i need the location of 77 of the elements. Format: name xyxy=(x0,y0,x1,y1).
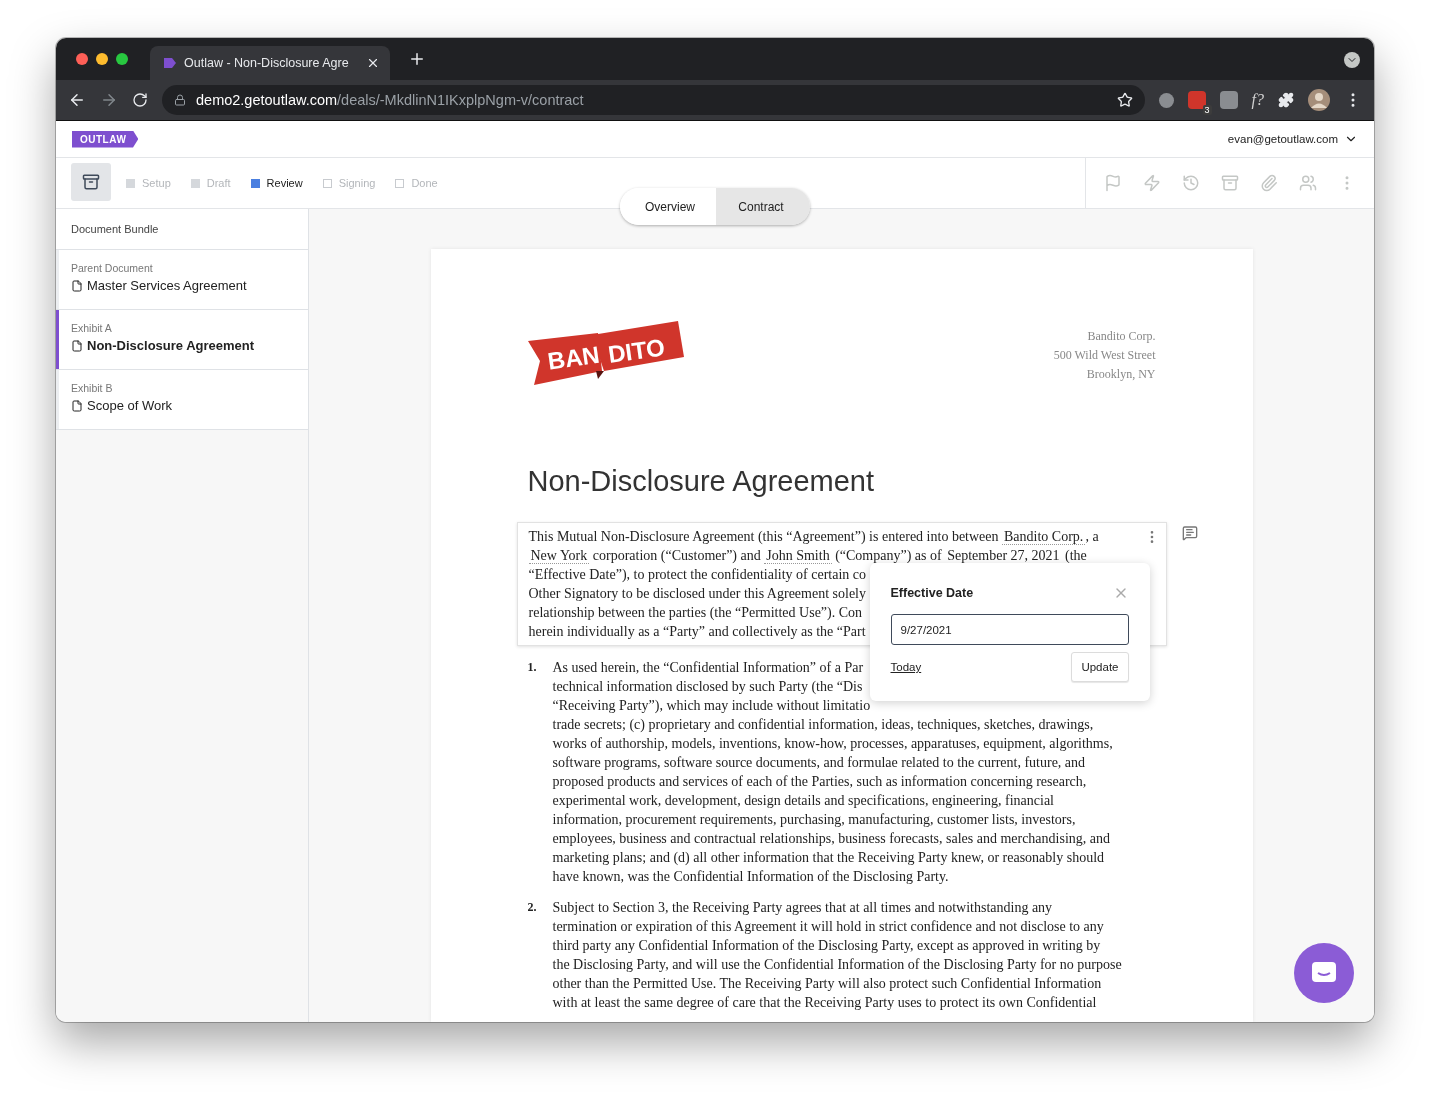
avatar-icon[interactable] xyxy=(1308,89,1330,111)
extension-icon[interactable] xyxy=(1158,92,1174,108)
view-tab[interactable]: Contract xyxy=(716,188,810,225)
document-caption: Exhibit B xyxy=(71,382,114,394)
paperclip-icon[interactable] xyxy=(1260,174,1278,192)
text-line: other than the Permitted Use. The Receiving Party will also protect such Confidential Information xyxy=(552,975,1102,993)
extension-icon[interactable]: f? xyxy=(1251,91,1264,109)
document-title: Non-Disclosure Agreement xyxy=(87,338,255,353)
clause-number: 1. xyxy=(527,659,538,676)
text-line: This Mutual Non-Disclosure Agreement (this “Agreement”) is entered into between Bandito Corp., a xyxy=(528,528,1099,546)
document-title: Non-Disclosure Agreement xyxy=(527,465,876,498)
back-icon[interactable] xyxy=(68,91,86,109)
address-bar[interactable]: demo2.getoutlaw.com/deals/-MkdlinN1IKxplpNgm-v/contract xyxy=(162,85,1145,115)
text-line: relationship between the parties (the “Permitted Use”). Con xyxy=(528,604,863,622)
text-line: herein individually as a “Party” and collectively as the “Part xyxy=(528,623,866,641)
date-field[interactable]: 9/27/2021 xyxy=(890,614,1129,645)
tag-icon xyxy=(164,57,176,69)
close-icon[interactable] xyxy=(366,56,380,70)
document-icon xyxy=(71,279,83,292)
text-line: technical information disclosed by such Party (the “Dis xyxy=(552,678,863,696)
inbox-icon[interactable] xyxy=(71,163,111,201)
popover-title: Effective Date xyxy=(890,586,974,600)
text-line: marketing plans; and (d) all other information that the Receiving Party knew, or reasonably should xyxy=(552,849,1105,867)
address-line: Bandito Corp. xyxy=(1087,329,1156,344)
document-icon xyxy=(71,399,83,412)
lock-icon xyxy=(174,94,186,106)
extension-icon[interactable] xyxy=(1187,91,1206,109)
text-line: works of authorship, models, inventions, know-how, processes, apparatuses, equipment, algorithms, xyxy=(552,735,1113,753)
text-line: experimental work, development, design details and specifications, engineering, financial xyxy=(552,792,1054,810)
reload-icon[interactable] xyxy=(132,92,148,108)
text-line: information, procurement requirements, purchasing, manufacturing, customer lists, investors, xyxy=(552,811,1076,829)
text-line: As used herein, the “Confidential Information” of a Par xyxy=(552,659,864,677)
today-link[interactable]: Today xyxy=(890,661,922,673)
document-item[interactable]: Exhibit B Scope of Work xyxy=(56,370,308,430)
extension-icon[interactable] xyxy=(1219,91,1238,109)
text-line: with at least the same degree of care that the Receiving Party uses to protect its own Confidential xyxy=(552,994,1097,1012)
text-line: termination or expiration of this Agreement it will hold in strict confidence and not disclose to any xyxy=(552,918,1104,936)
minimize-window-icon[interactable] xyxy=(96,53,108,65)
outlaw-logo[interactable]: OUTLAW xyxy=(72,130,139,148)
text-line: “Effective Date”), to protect the confidentiality of certain co xyxy=(528,566,867,584)
text-line: “Receiving Party”), which may include without limitatio xyxy=(552,697,871,715)
clause-number: 2. xyxy=(527,899,538,916)
text-line: software programs, software source documents, and formulae related to the current, future, and xyxy=(552,754,1086,772)
workflow-step[interactable]: Review xyxy=(250,177,303,189)
text-line: third party any Confidential Information of the Disclosing Party, except as approved in writing by xyxy=(552,937,1101,955)
comment-icon[interactable] xyxy=(1181,525,1198,541)
document-caption: Parent Document xyxy=(71,262,154,274)
bandito-logo: BAN DITO xyxy=(527,321,684,387)
update-button[interactable]: Update xyxy=(1071,652,1129,682)
puzzle-icon[interactable] xyxy=(1278,92,1294,108)
text-line: employees, business and contractual relationships, business forecasts, sales and merchandising, and xyxy=(552,830,1111,848)
address-line: Brooklyn, NY xyxy=(1086,367,1156,382)
new-tab-icon[interactable] xyxy=(408,50,426,68)
forward-icon[interactable] xyxy=(100,91,118,109)
close-window-icon[interactable] xyxy=(76,53,88,65)
star-icon[interactable] xyxy=(1116,92,1133,108)
text-line: Subject to Section 3, the Receiving Party agrees that at all times and notwithstanding any xyxy=(552,899,1053,917)
document-caption: Exhibit A xyxy=(71,322,113,334)
address-line: 500 Wild West Street xyxy=(1053,348,1156,363)
sidebar-title: Document Bundle xyxy=(56,209,308,250)
document-item[interactable]: Exhibit A Non-Disclosure Agreement xyxy=(56,310,308,370)
text-line: proposed products and services of each of the Parties, such as information concerning research, xyxy=(552,773,1087,791)
text-line: Other Signatory to be disclosed under this Agreement solely xyxy=(528,585,866,603)
extension-badge: 3 xyxy=(1202,105,1212,115)
text-line: have known, was the Confidential Information of the Disclosing Party. xyxy=(552,868,949,886)
document-icon xyxy=(71,339,83,352)
document-item[interactable]: Parent Document Master Services Agreement xyxy=(56,250,308,310)
document-title: Master Services Agreement xyxy=(87,278,247,293)
text-line: trade secrets; (c) proprietary and confidential information, ideas, techniques, sketches, drawings, xyxy=(552,716,1094,734)
browser-tab[interactable]: Outlaw - Non-Disclosure Agre xyxy=(150,46,390,80)
maximize-window-icon[interactable] xyxy=(116,53,128,65)
document-title: Scope of Work xyxy=(87,398,173,413)
text-line: the Disclosing Party, and will use the Confidential Information of the Disclosing Party for no purpose xyxy=(552,956,1122,974)
dropdown-icon[interactable] xyxy=(1344,52,1360,68)
chat-icon xyxy=(1311,961,1337,985)
user-menu[interactable]: evan@getoutlaw.com xyxy=(1227,132,1358,146)
view-tab[interactable]: Overview xyxy=(620,188,716,225)
